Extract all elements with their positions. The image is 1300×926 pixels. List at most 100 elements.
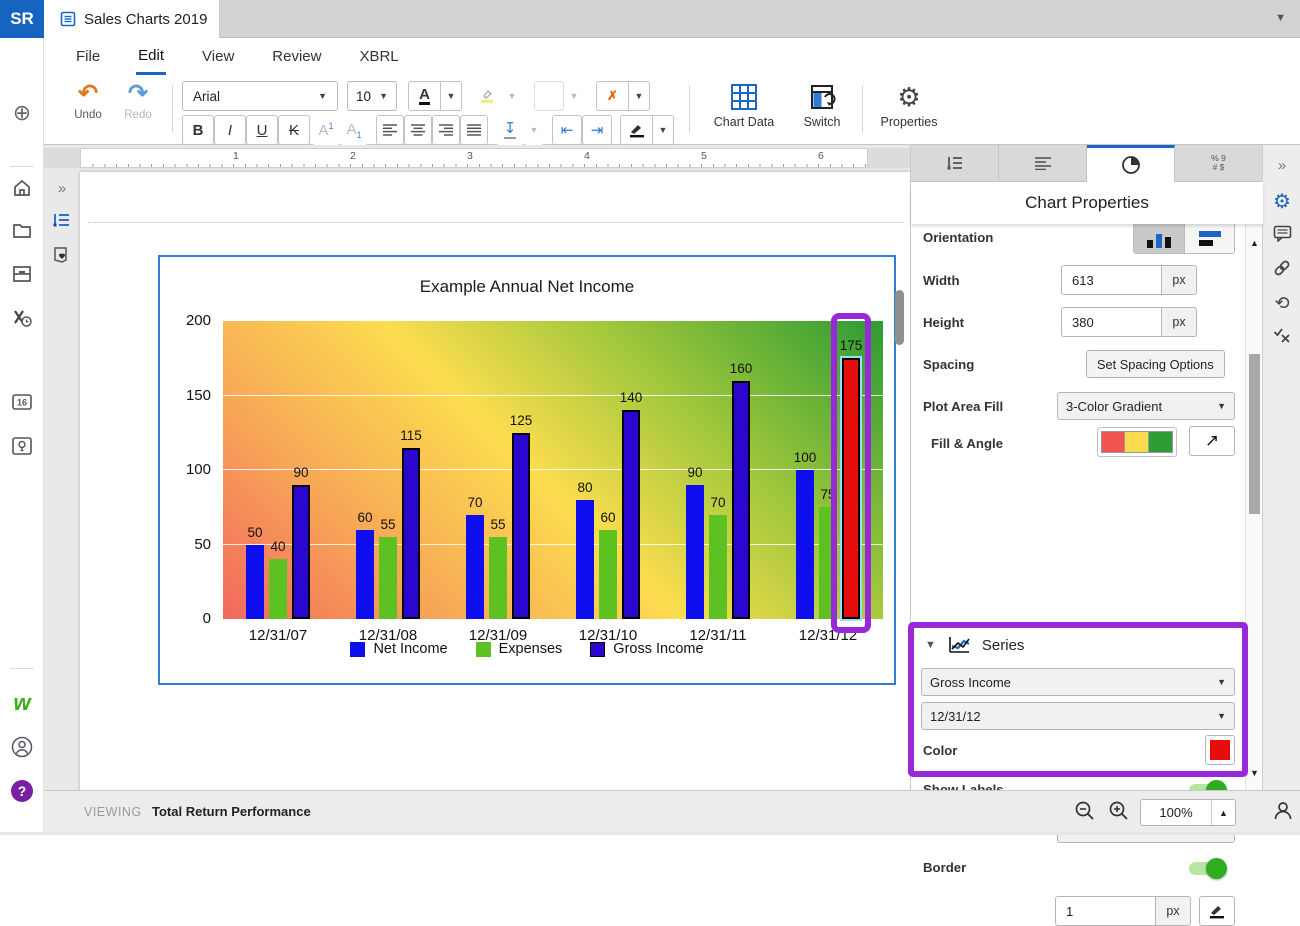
height-input-group: 380 px: [1061, 307, 1197, 337]
set-spacing-options-button[interactable]: Set Spacing Options: [1086, 350, 1225, 378]
add-plus-icon[interactable]: ⊕: [0, 100, 44, 126]
scroll-down-icon[interactable]: ▼: [1250, 768, 1259, 778]
help-icon[interactable]: ?: [0, 780, 44, 802]
underline-button[interactable]: U: [246, 115, 278, 145]
indent-increase-button[interactable]: ⇥: [582, 115, 612, 145]
chart-data-button[interactable]: Chart Data: [712, 83, 776, 129]
border-color-button[interactable]: [620, 115, 652, 145]
vertical-align-button[interactable]: ↧: [496, 115, 524, 145]
collapse-chevrons-icon[interactable]: »: [44, 180, 80, 197]
zoom-level-caret[interactable]: ▲: [1211, 800, 1235, 825]
align-left-button[interactable]: [376, 115, 404, 145]
vertical-scrollbar[interactable]: [895, 290, 904, 345]
series-point-select[interactable]: 12/31/12▼: [921, 702, 1235, 730]
insights-bulb-icon[interactable]: [0, 436, 44, 456]
series-section-header[interactable]: ▼ Series: [925, 636, 1024, 654]
bar[interactable]: [246, 545, 264, 620]
bar[interactable]: [402, 448, 420, 619]
link-icon[interactable]: [1263, 259, 1300, 277]
chart[interactable]: Example Annual Net Income 050100150200 1…: [158, 255, 896, 685]
bar[interactable]: [599, 530, 617, 619]
calendar-icon[interactable]: 16: [0, 392, 44, 412]
italic-button[interactable]: I: [214, 115, 246, 145]
border-width-input[interactable]: 1: [1055, 896, 1155, 926]
gradient-swatch-yellow[interactable]: [1125, 431, 1149, 453]
home-icon[interactable]: [0, 178, 44, 198]
orientation-vertical-button[interactable]: [1134, 223, 1184, 253]
gradient-swatch-red[interactable]: [1101, 431, 1125, 453]
properties-button[interactable]: ⚙ Properties: [876, 83, 942, 129]
series-name-select[interactable]: Gross Income▼: [921, 668, 1235, 696]
document-page[interactable]: Example Annual Net Income 050100150200 1…: [80, 172, 910, 790]
bookmark-heart-icon[interactable]: [44, 246, 80, 264]
border-color-picker-button[interactable]: [1199, 896, 1235, 926]
series-color-chip[interactable]: [1205, 735, 1235, 765]
height-input[interactable]: 380: [1061, 307, 1161, 337]
plot-area-fill-select[interactable]: 3-Color Gradient▼: [1057, 392, 1235, 420]
menu-review[interactable]: Review: [270, 40, 323, 73]
zoom-out-button[interactable]: [1074, 800, 1096, 822]
highlight-color-caret[interactable]: ▼: [502, 81, 522, 111]
superscript-button[interactable]: A1: [312, 115, 340, 145]
gradient-swatches[interactable]: [1097, 427, 1177, 457]
vertical-align-caret[interactable]: ▼: [524, 115, 544, 145]
clear-formatting-caret[interactable]: ▼: [628, 81, 650, 111]
bar[interactable]: [379, 537, 397, 619]
font-color-caret[interactable]: ▼: [440, 81, 462, 111]
top-bar: SR Sales Charts 2019 ▼: [0, 0, 1300, 38]
menu-edit[interactable]: Edit: [136, 39, 166, 75]
panel-scrollbar-thumb[interactable]: [1249, 354, 1260, 514]
comments-icon[interactable]: [1263, 225, 1300, 242]
gradient-swatch-green[interactable]: [1149, 431, 1173, 453]
chevron-down-icon[interactable]: ▼: [1275, 12, 1286, 24]
gradient-angle-button[interactable]: ↗: [1189, 426, 1235, 456]
highlight-color-button[interactable]: [472, 81, 502, 111]
menu-xbrl[interactable]: XBRL: [357, 40, 400, 73]
clear-formatting-button[interactable]: ✗: [596, 81, 628, 111]
bar[interactable]: [489, 537, 507, 619]
tab-paragraph[interactable]: [999, 145, 1087, 182]
zoom-level-control[interactable]: 100% ▲: [1140, 799, 1236, 826]
presence-user-icon[interactable]: [1272, 800, 1294, 822]
indent-decrease-button[interactable]: ⇤: [552, 115, 582, 145]
tab-outline[interactable]: [911, 145, 999, 182]
outline-tree-icon[interactable]: [44, 212, 80, 228]
collapse-panel-chevrons-icon[interactable]: »: [1263, 157, 1300, 174]
width-input[interactable]: 613: [1061, 265, 1161, 295]
subscript-button[interactable]: A1: [340, 115, 368, 145]
cell-fill-caret[interactable]: ▼: [564, 81, 584, 111]
font-family-select[interactable]: Arial▼: [182, 81, 338, 111]
bar[interactable]: [356, 530, 374, 619]
align-center-button[interactable]: [404, 115, 432, 145]
panel-scrollbar[interactable]: ▲ ▼: [1245, 224, 1263, 790]
font-color-button[interactable]: A: [408, 81, 440, 111]
bar[interactable]: [269, 559, 287, 619]
history-icon[interactable]: ⟲: [1263, 293, 1300, 314]
font-size-select[interactable]: 10▼: [347, 81, 397, 111]
cell-fill-button[interactable]: [534, 81, 564, 111]
settings-gear-icon[interactable]: ⚙: [1263, 189, 1300, 214]
bar[interactable]: [709, 515, 727, 619]
align-right-button[interactable]: [432, 115, 460, 145]
tasks-icon[interactable]: [0, 308, 44, 328]
binder-icon[interactable]: [0, 265, 44, 283]
menu-view[interactable]: View: [200, 40, 236, 73]
workiva-logo: w: [0, 690, 44, 716]
account-icon[interactable]: [0, 736, 44, 758]
menu-file[interactable]: File: [74, 40, 102, 73]
tab-number-format[interactable]: % 9# $: [1175, 145, 1263, 182]
track-changes-icon[interactable]: [1263, 327, 1300, 343]
align-justify-button[interactable]: [460, 115, 488, 145]
border-color-caret[interactable]: ▼: [652, 115, 674, 145]
folder-icon[interactable]: [0, 221, 44, 239]
border-toggle[interactable]: [1189, 862, 1225, 875]
tab-chart-properties[interactable]: [1087, 145, 1175, 182]
strikethrough-button[interactable]: K: [278, 115, 310, 145]
orientation-horizontal-button[interactable]: [1184, 223, 1234, 253]
scroll-up-icon[interactable]: ▲: [1250, 238, 1259, 248]
document-tab[interactable]: Sales Charts 2019: [44, 0, 220, 38]
switch-button[interactable]: Switch: [792, 83, 852, 129]
bold-button[interactable]: B: [182, 115, 214, 145]
zoom-in-button[interactable]: [1108, 800, 1130, 822]
redo-button[interactable]: ↷ Redo: [106, 81, 170, 121]
